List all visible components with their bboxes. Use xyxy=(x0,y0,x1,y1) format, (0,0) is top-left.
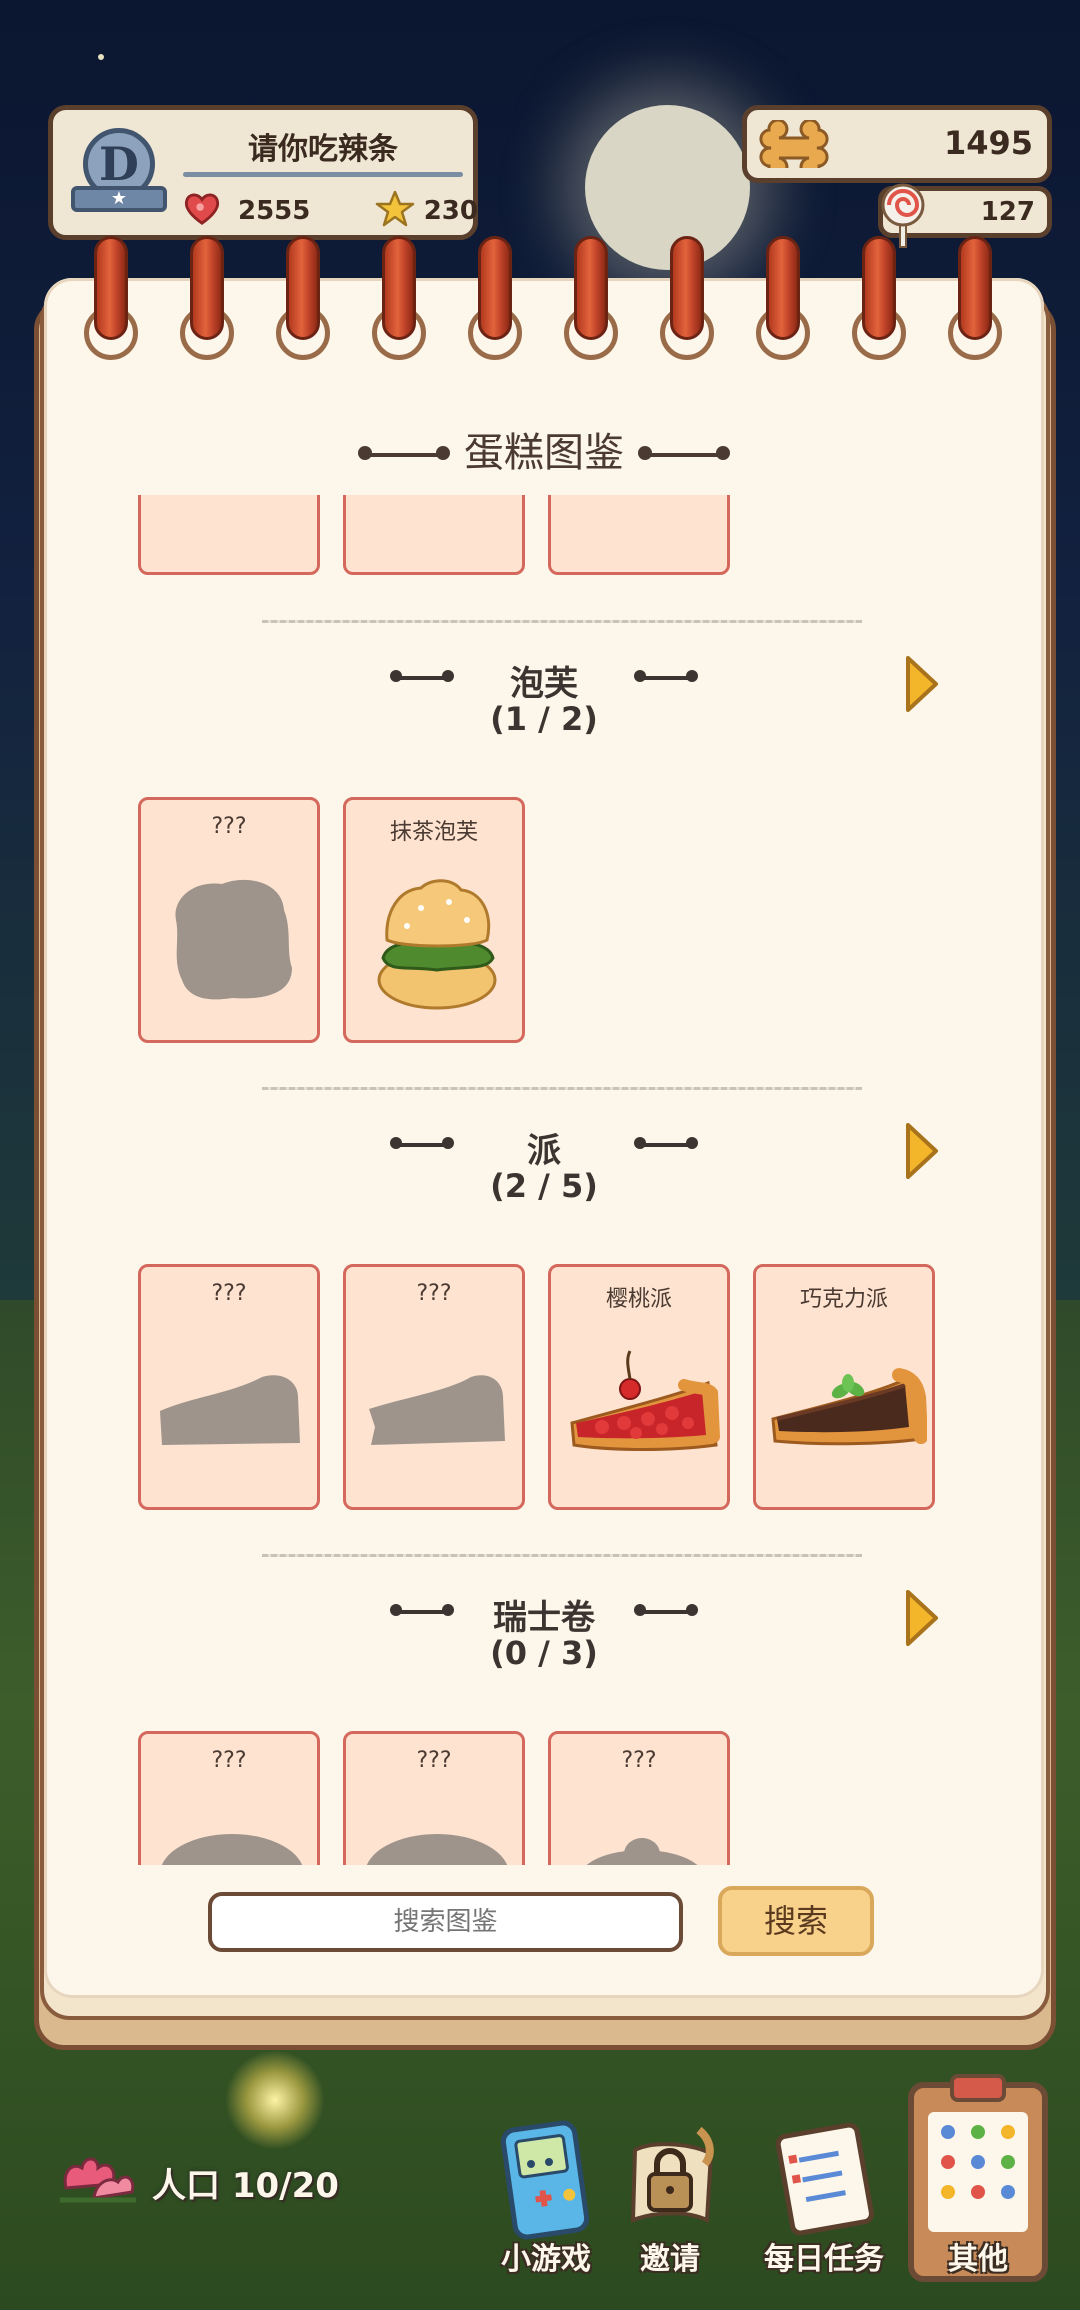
card-name: 巧克力派 xyxy=(799,1287,888,1312)
population-label: 人口 10/20 xyxy=(152,2166,339,2206)
title-bone-deco xyxy=(634,1604,698,1616)
collection-card[interactable]: 樱桃派 xyxy=(548,1264,730,1510)
search-input[interactable] xyxy=(208,1892,683,1952)
star-icon xyxy=(375,190,415,227)
book-title-text: 蛋糕图鉴 xyxy=(464,430,624,476)
card-name: ??? xyxy=(211,1748,247,1773)
cherry-pie-icon xyxy=(570,1350,720,1451)
section-count: (0 / 3) xyxy=(490,1634,598,1672)
rank-star-ribbon: ★ xyxy=(71,186,167,212)
title-right-deco xyxy=(638,446,730,460)
collection-card[interactable]: ??? xyxy=(138,1731,320,1865)
binder-ring xyxy=(852,236,906,366)
bone-currency[interactable]: 1495 xyxy=(742,105,1052,183)
expand-arrow-icon[interactable] xyxy=(902,1121,942,1181)
card-name: ??? xyxy=(211,814,247,839)
binder-ring xyxy=(948,236,1002,366)
candy-currency[interactable]: 127 xyxy=(878,183,1052,248)
candy-value: 127 xyxy=(980,197,1035,227)
pastry-partial-icon xyxy=(357,495,517,578)
binder-ring xyxy=(468,236,522,366)
nav-other[interactable]: 其他 xyxy=(908,2110,1048,2300)
section-count: (1 / 2) xyxy=(490,700,598,738)
collection-card-partial[interactable] xyxy=(343,495,525,575)
section-count: (2 / 5) xyxy=(490,1167,598,1205)
collection-card[interactable]: ??? xyxy=(138,1264,320,1510)
chocolate-pie-icon xyxy=(771,1368,927,1446)
title-bone-deco xyxy=(634,1137,698,1149)
clipboard-clip xyxy=(950,2074,1006,2102)
nav-daily-tasks[interactable]: 每日任务 xyxy=(754,2110,894,2300)
gameboy-icon xyxy=(500,2120,590,2240)
bone-icon xyxy=(759,120,829,168)
card-name: ??? xyxy=(416,1281,452,1306)
book-title: 蛋糕图鉴 xyxy=(44,420,1044,478)
collection-card-partial[interactable] xyxy=(138,495,320,575)
heart-icon xyxy=(184,193,220,225)
matcha-puff-icon xyxy=(377,879,497,1010)
locked-silhouette-icon xyxy=(366,1834,508,1865)
name-underline xyxy=(183,172,463,177)
collection-card[interactable]: ??? xyxy=(548,1731,730,1865)
hearts-value: 2555 xyxy=(238,196,311,226)
collection-card[interactable]: ??? xyxy=(343,1264,525,1510)
rank-badge: D ★ xyxy=(71,128,167,224)
collection-card-partial[interactable] xyxy=(548,495,730,575)
binder-ring xyxy=(660,236,714,366)
locked-silhouette-icon xyxy=(175,879,292,1000)
locked-silhouette-icon xyxy=(160,1375,300,1445)
section-divider xyxy=(262,1087,862,1090)
nav-label: 每日任务 xyxy=(764,2242,884,2277)
nav-invite[interactable]: 邀请 xyxy=(600,2110,740,2300)
locked-silhouette-icon xyxy=(586,1838,698,1865)
collection-card[interactable]: ??? xyxy=(138,797,320,1043)
collection-scroll-area[interactable]: 泡芙 (1 / 2) ??? 抹茶泡芙 派 (2 / 5) ??? ??? 樱桃… xyxy=(44,495,1044,1865)
section-divider xyxy=(262,620,862,623)
checklist-icon xyxy=(775,2122,874,2236)
nav-label: 邀请 xyxy=(640,2242,700,2277)
stars-value: 230 xyxy=(423,196,478,226)
collection-card[interactable]: 抹茶泡芙 xyxy=(343,797,525,1043)
player-card[interactable]: D ★ 请你吃辣条 2555 230 xyxy=(48,105,478,240)
binder-ring xyxy=(372,236,426,366)
section-title: 泡芙 xyxy=(510,664,578,704)
binder-ring xyxy=(180,236,234,366)
flower-icon xyxy=(60,2157,136,2203)
population-indicator: 人口 10/20 xyxy=(56,2148,356,2208)
binder-ring xyxy=(564,236,618,366)
expand-arrow-icon[interactable] xyxy=(902,654,942,714)
title-left-deco xyxy=(358,446,450,460)
nav-label: 其他 xyxy=(948,2242,1008,2277)
search-button[interactable]: 搜索 xyxy=(718,1886,874,1956)
card-name: 抹茶泡芙 xyxy=(389,820,478,845)
collection-card[interactable]: ??? xyxy=(343,1731,525,1865)
lock-scroll-icon xyxy=(630,2126,714,2224)
lamp-glow xyxy=(225,2050,325,2150)
bones-value: 1495 xyxy=(943,124,1033,162)
locked-silhouette-icon xyxy=(161,1834,303,1865)
card-name: ??? xyxy=(416,1748,452,1773)
section-title: 瑞士卷 xyxy=(493,1598,595,1638)
binder-ring xyxy=(276,236,330,366)
section-title: 派 xyxy=(527,1131,561,1171)
collection-card[interactable]: 巧克力派 xyxy=(753,1264,935,1510)
expand-arrow-icon[interactable] xyxy=(902,1588,942,1648)
binder-ring xyxy=(756,236,810,366)
card-name: ??? xyxy=(621,1748,657,1773)
sky-star xyxy=(98,54,104,60)
card-name: ??? xyxy=(211,1281,247,1306)
locked-silhouette-icon xyxy=(562,495,722,578)
player-name: 请你吃辣条 xyxy=(248,132,398,167)
card-name: 樱桃派 xyxy=(605,1287,672,1312)
section-divider xyxy=(262,1554,862,1557)
title-bone-deco xyxy=(634,670,698,682)
locked-silhouette-icon xyxy=(152,495,312,578)
locked-silhouette-icon xyxy=(369,1375,505,1445)
binder-ring xyxy=(84,236,138,366)
